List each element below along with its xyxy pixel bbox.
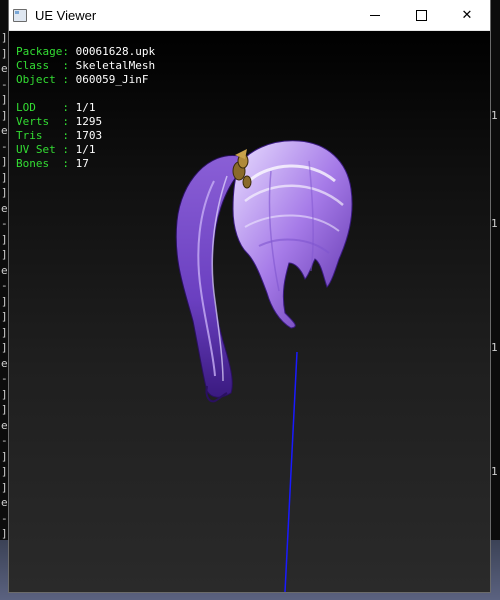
close-icon: ✕: [461, 7, 473, 23]
console-right-glyph: [490, 325, 500, 341]
console-left-glyph: e: [1, 124, 8, 137]
console-right-glyph: [490, 278, 500, 294]
console-left-glyph: ]: [1, 310, 8, 323]
title-bar[interactable]: UE Viewer ✕: [9, 0, 490, 31]
info-object: Object : 060059_JinF: [16, 73, 149, 86]
console-left-glyph: e: [1, 263, 8, 277]
console-left-glyph: -: [1, 434, 8, 447]
console-left-glyph: ]: [1, 403, 8, 416]
console-right-glyph: [490, 232, 500, 248]
console-left-glyph: -: [1, 217, 8, 230]
mesh-info-overlay: Package: 00061628.upk Class : SkeletalMe…: [16, 45, 155, 171]
console-left-glyph: ]: [1, 480, 8, 494]
z-axis-line: [284, 351, 298, 592]
console-right-glyph: [490, 46, 500, 62]
console-right-glyph: [490, 480, 500, 496]
info-lod: LOD : 1/1: [16, 101, 96, 114]
console-right-glyph: [490, 294, 500, 310]
info-tris: Tris : 1703: [16, 129, 103, 142]
console-right-glyph: [490, 371, 500, 387]
console-right-glyph: [490, 123, 500, 139]
console-left-glyph: ]: [1, 465, 8, 478]
console-left-glyph: e: [1, 496, 8, 509]
console-right-glyph: [490, 30, 500, 46]
background-console-right: 1 1 1 1: [490, 30, 500, 540]
console-left-glyph: ]: [1, 155, 8, 168]
console-right-glyph: [490, 495, 500, 511]
window-title: UE Viewer: [35, 7, 97, 23]
console-left-glyph: ]: [1, 46, 8, 60]
console-left-glyph: e: [1, 62, 8, 75]
console-left-glyph: ]: [1, 325, 8, 339]
minimize-icon: [370, 14, 380, 16]
console-left-glyph: e: [1, 201, 8, 215]
minimize-button[interactable]: [352, 0, 398, 30]
app-window-icon: [13, 8, 27, 22]
close-button[interactable]: ✕: [444, 0, 490, 30]
console-left-glyph: ]: [1, 93, 8, 106]
console-right-glyph: [490, 139, 500, 155]
console-right-glyph: [490, 61, 500, 77]
console-right-glyph: [490, 154, 500, 170]
console-right-glyph: [490, 433, 500, 449]
console-right-glyph: 1: [491, 341, 498, 354]
console-right-glyph: [490, 402, 500, 418]
info-class: Class : SkeletalMesh: [16, 59, 156, 72]
console-right-glyph: [490, 263, 500, 279]
console-right-glyph: [490, 526, 500, 540]
console-left-glyph: ]: [1, 31, 8, 44]
console-right-glyph: [490, 201, 500, 217]
hair-main: [232, 140, 353, 329]
console-left-glyph: ]: [1, 248, 8, 261]
console-right-glyph: [490, 511, 500, 527]
console-left-glyph: ]: [1, 341, 8, 354]
maximize-icon: [415, 9, 427, 21]
ue-viewer-window[interactable]: UE Viewer ✕ Package: 00061628.upk Class …: [9, 0, 490, 592]
3d-viewport[interactable]: Package: 00061628.upk Class : SkeletalMe…: [9, 31, 490, 592]
console-left-glyph: ]: [1, 108, 8, 122]
console-right-glyph: [490, 77, 500, 93]
console-left-glyph: ]: [1, 170, 8, 184]
info-uvset: UV Set : 1/1: [16, 143, 96, 156]
maximize-button[interactable]: [398, 0, 444, 30]
console-left-glyph: ]: [1, 186, 8, 199]
console-right-glyph: [490, 418, 500, 434]
console-left-glyph: -: [1, 77, 8, 91]
console-left-glyph: ]: [1, 387, 8, 401]
console-left-glyph: e: [1, 356, 8, 370]
console-left-glyph: -: [1, 139, 8, 153]
console-left-glyph: ]: [1, 449, 8, 463]
console-left-glyph: -: [1, 279, 8, 292]
info-verts: Verts : 1295: [16, 115, 103, 128]
console-right-glyph: [490, 356, 500, 372]
background-console-left: ]] e -]] e -]]] e -]] e -]]]] e -]] e -]]] e -]: [0, 30, 9, 540]
console-left-glyph: ]: [1, 232, 8, 246]
info-package: Package: 00061628.upk: [16, 45, 156, 58]
console-left-glyph: ]: [1, 527, 8, 540]
info-bones: Bones : 17: [16, 157, 89, 170]
console-left-glyph: ]: [1, 294, 8, 308]
console-right-glyph: 1: [491, 217, 498, 230]
console-left-glyph: e: [1, 418, 8, 432]
console-right-glyph: [490, 92, 500, 108]
console-right-glyph: [490, 247, 500, 263]
console-right-glyph: 1: [491, 465, 498, 478]
console-right-glyph: 1: [491, 108, 498, 122]
console-right-glyph: [490, 449, 500, 465]
console-right-glyph: [490, 170, 500, 186]
console-right-glyph: [490, 387, 500, 403]
console-right-glyph: [490, 185, 500, 201]
console-right-glyph: [490, 309, 500, 325]
console-left-glyph: -: [1, 372, 8, 385]
console-left-glyph: -: [1, 511, 8, 525]
